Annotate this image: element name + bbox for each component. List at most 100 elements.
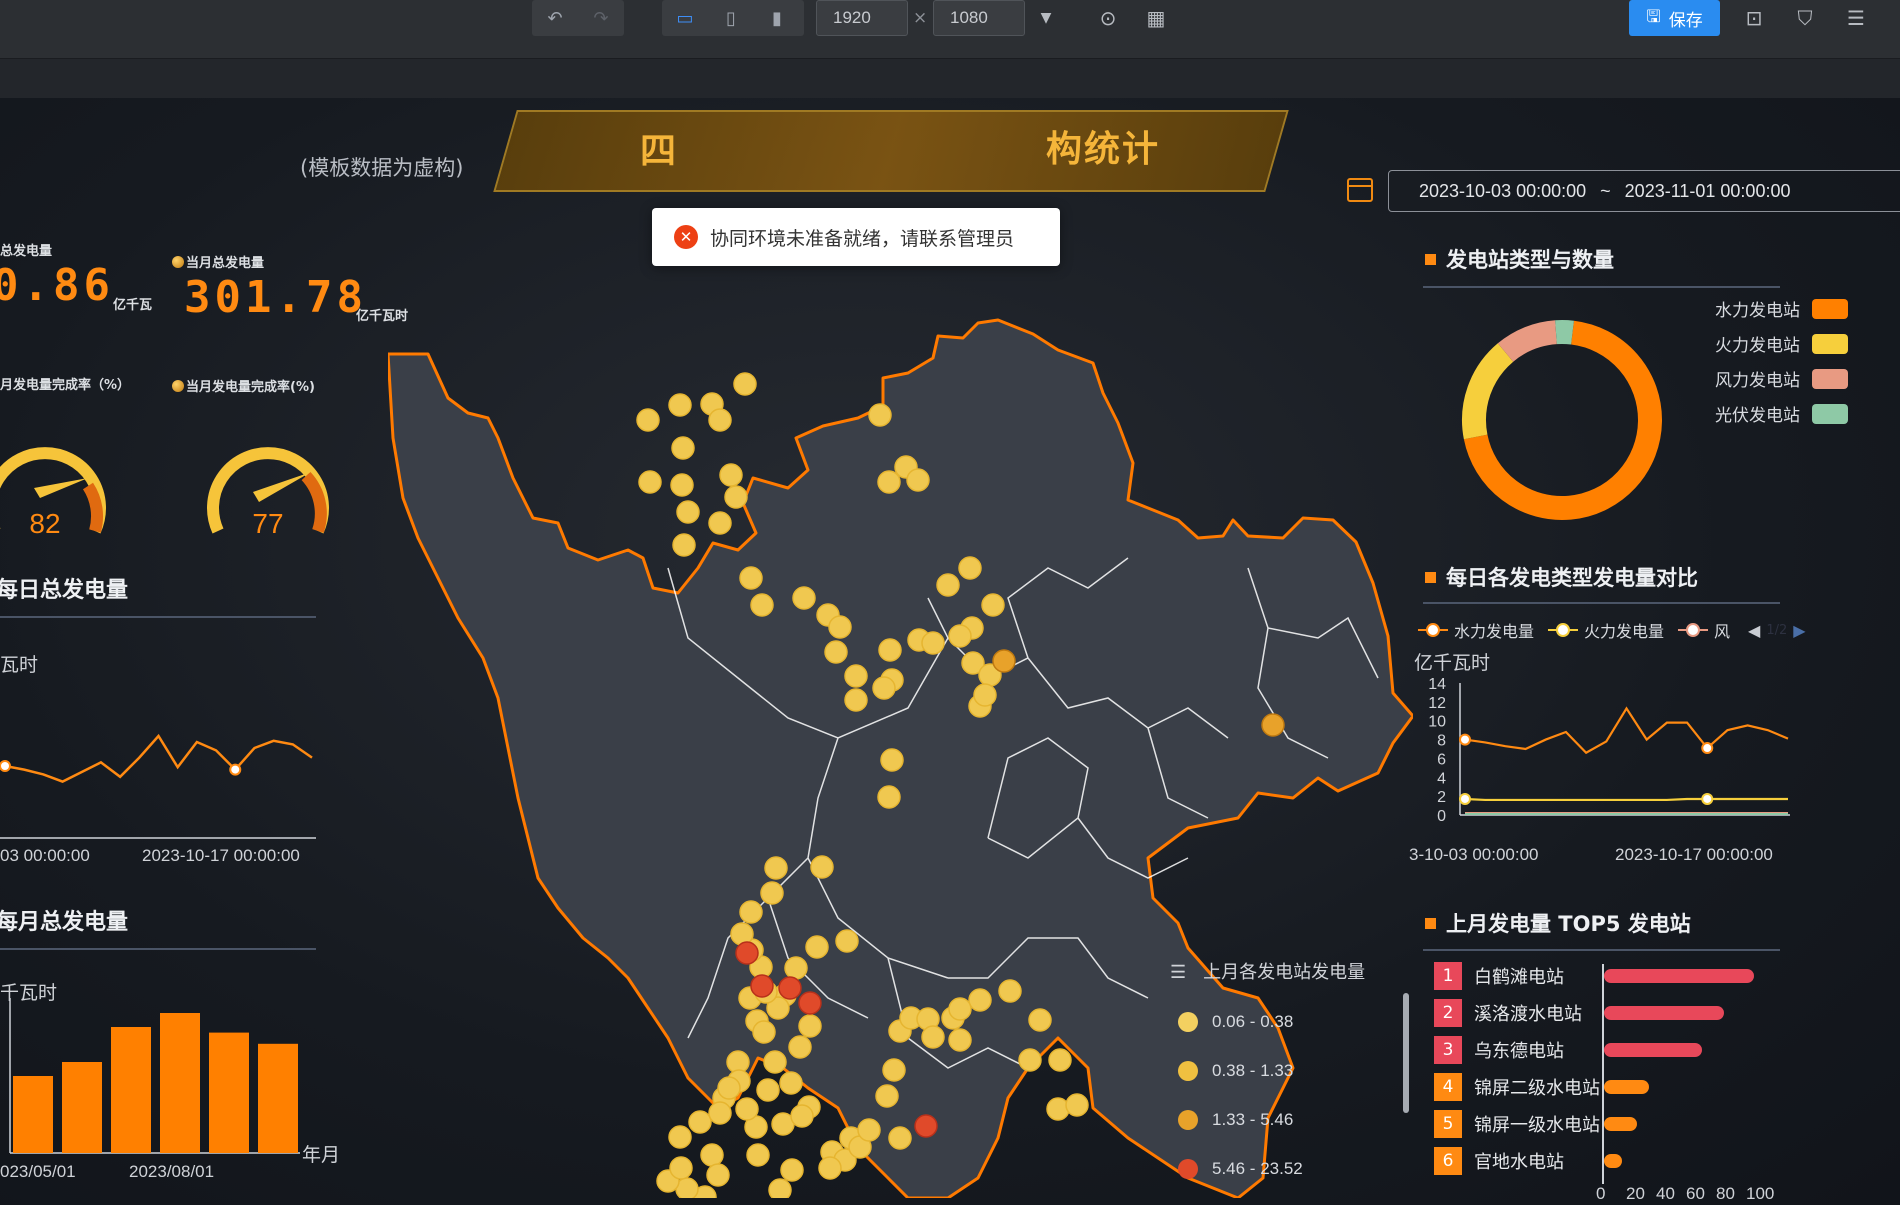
- legend-label-solar: 光伏发电站: [1715, 406, 1800, 426]
- terminal-icon[interactable]: ⊡: [1738, 4, 1770, 32]
- station-marker: [688, 1110, 712, 1134]
- station-marker-high: [798, 991, 822, 1015]
- station-name: 白鹤滩电站: [1474, 967, 1564, 988]
- station-name: 官地水电站: [1474, 1152, 1564, 1173]
- gauge-rate1: 82: [0, 447, 106, 539]
- province-map: [388, 318, 1413, 1198]
- rank-badge: 6: [1434, 1147, 1462, 1175]
- legend-wind-gen[interactable]: 风: [1714, 618, 1730, 642]
- y-tick-label: 6: [1437, 751, 1446, 768]
- compare-point: [1701, 742, 1714, 755]
- kpi-rate1-label: 月发电量完成率（%）: [0, 378, 131, 393]
- monthly-total-xname: 年月: [302, 1145, 341, 1166]
- canvas-width-input[interactable]: 1920: [816, 0, 908, 36]
- map-legend-item-0[interactable]: 0.06 - 0.38: [1178, 1012, 1293, 1032]
- station-marker: [638, 470, 662, 494]
- station-marker: [1048, 1048, 1072, 1072]
- station-name: 锦屏二级水电站: [1474, 1078, 1600, 1099]
- daily-total-chart: [0, 733, 316, 839]
- rank-badge: 1: [1434, 962, 1462, 990]
- map-legend-item-3[interactable]: 5.46 - 23.52: [1178, 1159, 1303, 1179]
- station-marker: [1028, 1008, 1052, 1032]
- gauge-needle: [34, 478, 88, 498]
- station-marker: [676, 500, 700, 524]
- station-marker: [828, 615, 852, 639]
- undo-icon[interactable]: ↶: [532, 0, 578, 36]
- top5-row[interactable]: 4 锦屏二级水电站: [1434, 1073, 1604, 1101]
- toast-message: 协同环境未准备就绪，请联系管理员: [710, 227, 1015, 250]
- monthly-total-xtick-0: 023/05/01: [0, 1162, 76, 1181]
- save-icon: 🖫: [1646, 6, 1661, 27]
- top5-bar: [1604, 1080, 1649, 1094]
- legend-item-hydro[interactable]: 水力发电站: [1715, 296, 1848, 321]
- desktop-icon[interactable]: ▭: [662, 0, 708, 36]
- top5-row[interactable]: 5 锦屏一级水电站: [1434, 1110, 1604, 1138]
- station-marker: [875, 1084, 899, 1108]
- monthly-bar: [209, 1032, 249, 1153]
- station-marker: [792, 586, 816, 610]
- legend-thermal-gen[interactable]: 火力发电量: [1584, 618, 1664, 642]
- station-marker-high: [750, 974, 774, 998]
- monthly-total-title: 每月总发电量: [0, 910, 129, 935]
- tablet-icon[interactable]: ▯: [708, 0, 754, 36]
- monthly-bar: [111, 1027, 151, 1153]
- top5-row[interactable]: 1 白鹤滩电站: [1434, 962, 1604, 990]
- station-marker: [877, 785, 901, 809]
- station-marker: [706, 1163, 730, 1187]
- top5-row[interactable]: 3 乌东德电站: [1434, 1036, 1604, 1064]
- daily-compare-xtick-0: 3-10-03 00:00:00: [1409, 845, 1539, 864]
- date-range-picker[interactable]: 2023-10-03 00:00:00 ~ 2023-11-01 00:00:0…: [1388, 170, 1900, 212]
- map-legend-item-1[interactable]: 0.38 - 1.33: [1178, 1061, 1293, 1081]
- calendar-icon[interactable]: [1347, 178, 1373, 202]
- legend-hydro-gen[interactable]: 水力发电量: [1454, 618, 1534, 642]
- station-marker: [906, 468, 930, 492]
- legend-item-thermal[interactable]: 火力发电站: [1715, 331, 1848, 356]
- daily-compare-chart: 14 12 10 86 4 2 0: [1428, 678, 1790, 825]
- compare-line-1: [1464, 797, 1788, 802]
- qrcode-icon[interactable]: ▦: [1140, 4, 1172, 32]
- station-marker: [1046, 1097, 1070, 1121]
- error-toast: ✕ 协同环境未准备就绪，请联系管理员: [652, 208, 1060, 266]
- daily-total-xtick-0: 03 00:00:00: [0, 846, 90, 865]
- compare-point: [1459, 733, 1471, 746]
- station-marker: [857, 1118, 881, 1142]
- canvas-height-input[interactable]: 1080: [933, 0, 1025, 36]
- station-marker: [788, 1035, 812, 1059]
- station-marker: [835, 929, 859, 953]
- theme-shirt-icon[interactable]: ⛉: [1789, 4, 1821, 32]
- monthly-bar: [62, 1062, 102, 1153]
- station-marker: [882, 1058, 906, 1082]
- mobile-icon[interactable]: ▮: [754, 0, 800, 36]
- legend-dot: [1178, 1110, 1198, 1130]
- top5-x-tick: 60: [1686, 1184, 1705, 1203]
- top5-row[interactable]: 2 溪洛渡水电站: [1434, 999, 1604, 1027]
- top5-row[interactable]: 6 官地水电站: [1434, 1147, 1604, 1175]
- monthly-total-chart: [9, 998, 300, 1154]
- legend-scrollbar[interactable]: [1403, 993, 1409, 1113]
- legend-item-wind[interactable]: 风力发电站: [1715, 366, 1848, 391]
- station-marker: [844, 688, 868, 712]
- save-button[interactable]: 🖫 保存: [1629, 0, 1720, 36]
- station-marker: [1018, 1048, 1042, 1072]
- legend-swatch: [1812, 403, 1848, 424]
- monthly-total-xtick-1: 2023/08/01: [129, 1162, 215, 1181]
- station-marker: [768, 1178, 792, 1198]
- kpi-total-value: 0.86: [0, 260, 114, 311]
- legend-dot: [1178, 1159, 1198, 1179]
- chevron-down-icon[interactable]: ▼: [1030, 4, 1062, 32]
- redo-icon[interactable]: ↷: [578, 0, 624, 36]
- kpi-total-label: 总发电量: [0, 244, 53, 259]
- editor-toolbar: ↶ ↷ ▭ ▯ ▮ 1920 × 1080 ▼ ⊙ ▦ 🖫 保存 ⊡ ⛉ ☰: [0, 0, 1900, 58]
- station-marker: [756, 1078, 780, 1102]
- legend-item-solar[interactable]: 光伏发电站: [1715, 401, 1848, 426]
- play-icon[interactable]: ⊙: [1092, 4, 1124, 32]
- list-icon[interactable]: ☰: [1840, 4, 1872, 32]
- map-legend-label-2: 1.33 - 5.46: [1212, 1110, 1294, 1129]
- daily-total-xtick-1: 2023-10-17 00:00:00: [142, 846, 300, 865]
- monthly-bar: [160, 1013, 200, 1153]
- pager-prev-icon[interactable]: ◀: [1748, 621, 1760, 640]
- pager-next-icon[interactable]: ▶: [1793, 621, 1805, 640]
- gauge-needle: [253, 472, 311, 502]
- map-legend-item-2[interactable]: 1.33 - 5.46: [1178, 1110, 1293, 1130]
- legend-dot: [1178, 1061, 1198, 1081]
